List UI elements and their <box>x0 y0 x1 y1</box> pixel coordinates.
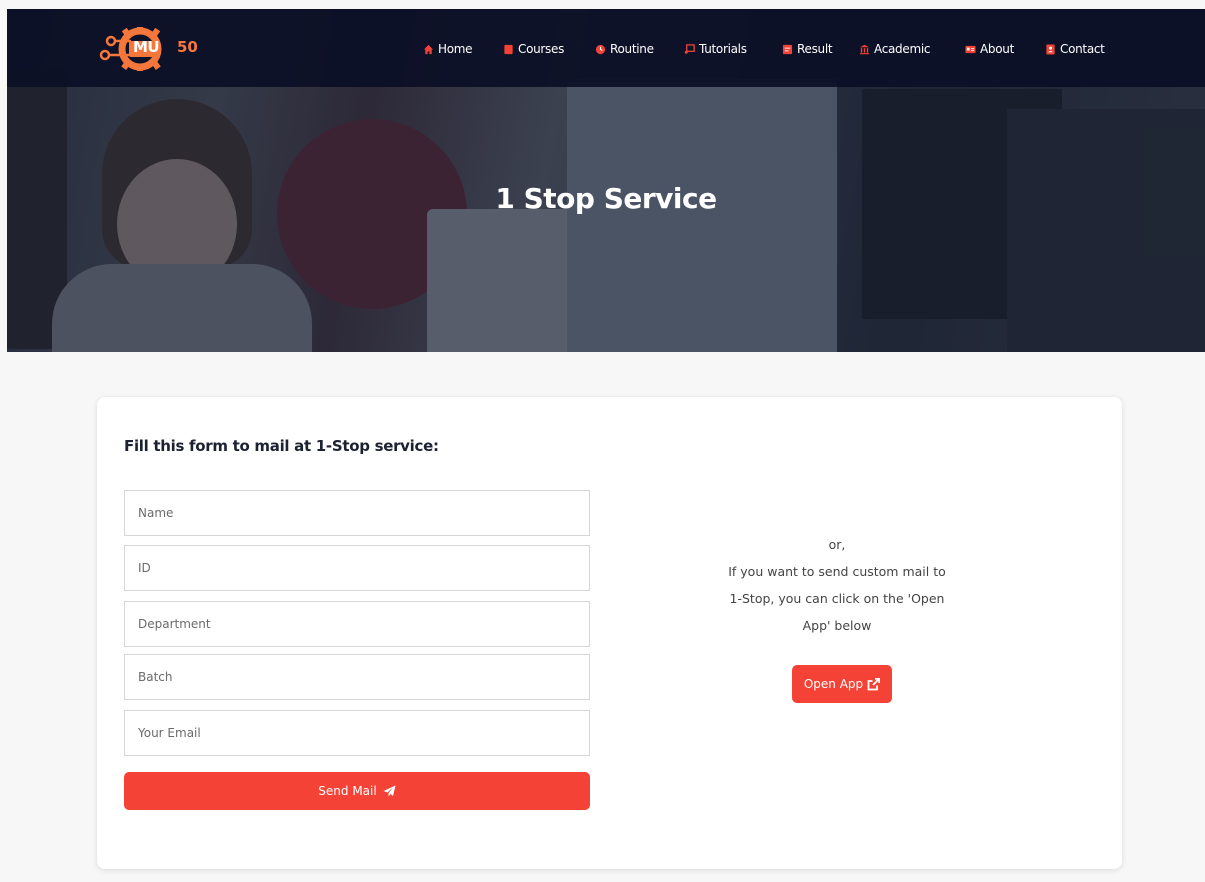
nav-routine[interactable]: Routine <box>595 39 654 59</box>
alternative-text: or, If you want to send custom mail to 1… <box>677 531 997 639</box>
id-field[interactable] <box>124 545 590 591</box>
nav-label: About <box>980 42 1014 56</box>
home-icon <box>423 44 434 54</box>
book-icon <box>504 44 513 54</box>
university-icon <box>859 44 870 54</box>
nav-label: Tutorials <box>699 42 747 56</box>
nav-label: Routine <box>610 42 654 56</box>
nav-label: Courses <box>518 42 565 56</box>
address-book-icon <box>1046 43 1055 55</box>
external-link-icon <box>867 677 881 690</box>
nav-label: Home <box>438 42 473 56</box>
nav-result[interactable]: Result <box>782 39 833 59</box>
alt-line-2: If you want to send custom mail to <box>728 564 946 579</box>
department-field[interactable] <box>124 601 590 647</box>
send-mail-button[interactable]: Send Mail <box>124 772 590 810</box>
nav-contact[interactable]: Contact <box>1045 39 1105 59</box>
nav-home[interactable]: Home <box>423 39 473 59</box>
name-field[interactable] <box>124 490 590 536</box>
contact-card: Fill this form to mail at 1-Stop service… <box>97 397 1122 869</box>
result-icon <box>782 44 793 54</box>
batch-field[interactable] <box>124 654 590 700</box>
page: MU 50 Home Courses Routine Tutorials Res… <box>7 9 1205 882</box>
id-card-icon <box>965 45 976 53</box>
nav-about[interactable]: About <box>965 39 1014 59</box>
open-app-label: Open App <box>803 677 864 691</box>
nav-courses[interactable]: Courses <box>503 39 564 59</box>
alt-line-1: or, <box>828 537 846 552</box>
form-title: Fill this form to mail at 1-Stop service… <box>124 437 439 455</box>
nav-label: Contact <box>1060 42 1105 56</box>
nav-academic[interactable]: Academic <box>859 39 930 59</box>
chalkboard-icon <box>684 43 695 54</box>
open-app-button[interactable]: Open App <box>792 665 892 703</box>
nav-label: Result <box>797 42 833 56</box>
clock-icon <box>595 44 606 54</box>
site-logo[interactable]: MU 50 <box>97 27 198 71</box>
page-title: 1 Stop Service <box>495 182 717 215</box>
nav-label: Academic <box>874 42 931 56</box>
paper-plane-icon <box>383 785 396 797</box>
alt-line-3: 1-Stop, you can click on the 'Open <box>729 591 945 606</box>
logo-text: MU <box>133 38 160 56</box>
hero-banner: MU 50 Home Courses Routine Tutorials Res… <box>7 9 1205 352</box>
send-mail-label: Send Mail <box>318 784 377 798</box>
alt-line-4: App' below <box>802 618 872 633</box>
email-field[interactable] <box>124 710 590 756</box>
top-navbar: MU 50 Home Courses Routine Tutorials Res… <box>7 9 1205 87</box>
nav-tutorials[interactable]: Tutorials <box>684 39 747 59</box>
logo-number: 50 <box>177 38 198 56</box>
